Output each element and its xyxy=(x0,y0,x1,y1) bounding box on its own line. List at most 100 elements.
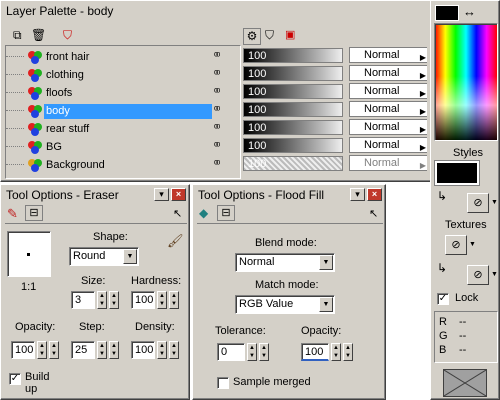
texture-dropdown-icon[interactable]: ▼ xyxy=(469,241,476,248)
layer-blend-dropdown[interactable]: Normal ▶ xyxy=(349,83,429,99)
lock-checkbox[interactable]: ✓ xyxy=(437,293,449,305)
eraser-menu-button[interactable]: ▾ xyxy=(154,188,169,201)
layer-blend-dropdown[interactable]: Normal ▶ xyxy=(349,65,429,81)
eraser-titlebar[interactable]: Tool Options - Eraser ▾ × xyxy=(3,187,187,203)
tolerance-field[interactable]: 0 xyxy=(217,343,245,361)
style-type-button[interactable]: ⊘ xyxy=(467,193,489,213)
layer-opacity-slider[interactable]: 100 xyxy=(243,120,343,135)
visibility-toggle-icon[interactable]: ᵒᵒ xyxy=(214,158,220,170)
eraser-pin-icon[interactable]: ↖ xyxy=(173,207,182,220)
fill-opacity-field[interactable]: 100 xyxy=(301,343,329,361)
opacity-field[interactable]: 100 xyxy=(11,341,35,359)
layer-palette-titlebar[interactable]: Layer Palette - body xyxy=(3,3,429,19)
fill-opacity-slider-button[interactable]: ▲ ▼ xyxy=(343,343,353,361)
hardness-slider-button[interactable]: ▲ ▼ xyxy=(169,291,179,309)
hardness-value: 100 xyxy=(135,294,154,306)
layer-opacity-slider[interactable]: 100 xyxy=(243,66,343,81)
layer-blend-dropdown[interactable]: Normal ▶ xyxy=(349,101,429,117)
layer-blend-dropdown[interactable]: Normal ▶ xyxy=(349,47,429,63)
foreground-swatch[interactable] xyxy=(435,5,459,21)
layer-row[interactable]: rear stuff ᵒᵒ xyxy=(6,120,242,138)
visibility-toggle-icon[interactable]: ᵒᵒ xyxy=(214,68,220,80)
floodfill-titlebar[interactable]: Tool Options - Flood Fill ▾ × xyxy=(195,187,383,203)
opacity-slider-button[interactable]: ▲ ▼ xyxy=(49,341,59,359)
swap-colors-icon[interactable]: ↔ xyxy=(463,4,476,19)
size-field[interactable]: 3 xyxy=(71,291,95,309)
texture-button[interactable]: ⊘ xyxy=(445,235,467,255)
eraser-close-button[interactable]: × xyxy=(171,188,186,201)
visibility-toggle-icon[interactable]: ᵒᵒ xyxy=(214,86,220,98)
density-slider-button[interactable]: ▲ ▼ xyxy=(169,341,179,359)
new-layer-icon[interactable]: ⧉ xyxy=(13,28,22,43)
layer-opacity-slider[interactable]: 100 xyxy=(243,138,343,153)
layer-name[interactable]: floofs xyxy=(44,86,74,101)
layer-row[interactable]: Background ᵒᵒ xyxy=(6,156,242,174)
layer-opacity-slider[interactable]: 100 xyxy=(243,156,343,171)
layer-blend-dropdown[interactable]: Normal ▶ xyxy=(349,119,429,135)
layer-row[interactable]: front hair ᵒᵒ xyxy=(6,48,242,66)
layer-blend-value: Normal xyxy=(364,67,400,79)
layer-row[interactable]: floofs ᵒᵒ xyxy=(6,84,242,102)
opacity-spinner[interactable]: ▲ ▼ xyxy=(37,341,47,359)
texture-type-button[interactable]: ⊘ xyxy=(467,265,489,285)
buildup-label: Build up xyxy=(25,371,50,395)
layer-blend-dropdown[interactable]: Normal ▶ xyxy=(349,137,429,153)
fill-opacity-spinner[interactable]: ▲ ▼ xyxy=(331,343,341,361)
group-tab-icon[interactable]: ▣ xyxy=(285,28,295,41)
blend-mode-dropdown[interactable]: Normal ▼ xyxy=(235,253,335,272)
buildup-checkbox[interactable]: ✓ xyxy=(9,373,21,385)
floodfill-options-tab-icon[interactable]: ⊟ xyxy=(217,205,235,221)
layer-row[interactable]: BG ᵒᵒ xyxy=(6,138,242,156)
layer-name[interactable]: Background xyxy=(44,158,107,173)
visibility-toggle-icon[interactable]: ᵒᵒ xyxy=(214,122,220,134)
layer-row[interactable]: clothing ᵒᵒ xyxy=(6,66,242,84)
texture-arrow-icon[interactable]: ↳ xyxy=(437,261,447,275)
mask-tab-icon[interactable]: ⛉ xyxy=(265,28,274,43)
visibility-toggle-icon[interactable]: ᵒᵒ xyxy=(214,50,220,62)
step-spinner[interactable]: ▲ ▼ xyxy=(97,341,107,359)
layer-name[interactable]: BG xyxy=(44,140,64,155)
hardness-spinner[interactable]: ▲ ▼ xyxy=(157,291,167,309)
layer-name[interactable]: front hair xyxy=(44,50,91,65)
layer-blend-dropdown[interactable]: Normal ▶ xyxy=(349,155,429,171)
color-picker-spectrum[interactable] xyxy=(434,23,498,141)
size-slider-button[interactable]: ▲ ▼ xyxy=(109,291,119,309)
hardness-field[interactable]: 100 xyxy=(131,291,155,309)
eraser-options-tab-icon[interactable]: ⊟ xyxy=(25,205,43,221)
floodfill-pin-icon[interactable]: ↖ xyxy=(369,207,378,220)
density-spinner[interactable]: ▲ ▼ xyxy=(157,341,167,359)
layer-name[interactable]: clothing xyxy=(44,68,86,83)
tolerance-slider-button[interactable]: ▲ ▼ xyxy=(259,343,269,361)
floodfill-menu-button[interactable]: ▾ xyxy=(350,188,365,201)
layer-name[interactable]: rear stuff xyxy=(44,122,91,137)
tolerance-spinner[interactable]: ▲ ▼ xyxy=(247,343,257,361)
style-arrow-icon[interactable]: ↳ xyxy=(437,189,447,203)
style-dropdown-icon[interactable]: ▼ xyxy=(491,199,498,206)
visibility-toggle-icon[interactable]: ᵒᵒ xyxy=(214,140,220,152)
density-field[interactable]: 100 xyxy=(131,341,155,359)
styles-swatch[interactable] xyxy=(434,160,480,186)
delete-layer-icon[interactable]: 🗑 xyxy=(31,28,46,42)
step-slider-button[interactable]: ▲ ▼ xyxy=(109,341,119,359)
floodfill-tool-icon[interactable]: ◆ xyxy=(199,206,208,220)
layer-opacity-slider[interactable]: 100 xyxy=(243,84,343,99)
step-field[interactable]: 25 xyxy=(71,341,95,359)
texture-type-dropdown-icon[interactable]: ▼ xyxy=(491,271,498,278)
layer-row[interactable]: body ᵒᵒ xyxy=(6,102,242,120)
sample-merged-label: Sample merged xyxy=(233,376,311,388)
visibility-toggle-icon[interactable]: ᵒᵒ xyxy=(214,104,220,116)
styles-label: Styles xyxy=(453,147,483,159)
size-spinner[interactable]: ▲ ▼ xyxy=(97,291,107,309)
eraser-tool-icon[interactable]: ✎ xyxy=(7,206,18,222)
b-label: B xyxy=(439,344,447,356)
opacity-tab-icon[interactable]: ⚙ xyxy=(243,28,261,45)
sample-merged-checkbox[interactable] xyxy=(217,377,229,389)
match-mode-dropdown[interactable]: RGB Value ▼ xyxy=(235,295,335,314)
brush-variance-icon[interactable]: 🖌 xyxy=(167,233,184,249)
floodfill-close-button[interactable]: × xyxy=(367,188,382,201)
mask-layer-icon[interactable]: ⛉ xyxy=(63,28,72,43)
layer-opacity-slider[interactable]: 100 xyxy=(243,48,343,63)
shape-dropdown[interactable]: Round ▼ xyxy=(69,247,139,266)
layer-opacity-slider[interactable]: 100 xyxy=(243,102,343,117)
layer-name[interactable]: body xyxy=(44,104,212,119)
